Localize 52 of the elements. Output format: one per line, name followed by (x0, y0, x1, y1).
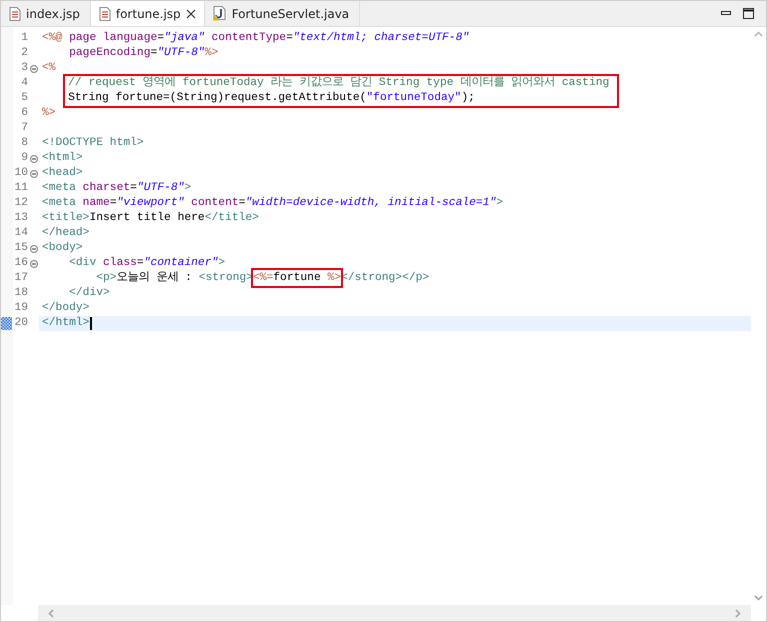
code-line: </html> (42, 316, 90, 331)
line-number: 12 (14, 196, 28, 211)
line-number: 5 (21, 91, 28, 106)
line-number: 20 (14, 316, 28, 331)
maximize-icon (743, 8, 754, 19)
code-line: <head> (42, 166, 83, 181)
code-line: <p>오늘의 운세 : <strong><%=fortune %></strong></p> (95, 271, 430, 286)
line-number: 10 (14, 166, 28, 181)
code-line: </head> (42, 226, 90, 241)
collapse-icon[interactable] (30, 65, 38, 73)
line-number: 2 (21, 46, 28, 61)
code-line: <meta charset="UTF-8"> (42, 181, 192, 196)
line-number: 15 (14, 241, 28, 256)
code-line: <body> (42, 241, 83, 256)
line-number: 17 (14, 271, 28, 286)
line-number: 13 (14, 211, 28, 226)
close-icon[interactable] (186, 8, 196, 18)
code-line: <%@ page language="java" contentType="text/html; charset=UTF-8" (42, 31, 470, 46)
code-line: <div class="container"> (68, 256, 226, 271)
editor-tab[interactable]: fortune.jsp (90, 1, 205, 26)
line-number: 3 (21, 61, 28, 76)
code-line: <html> (42, 151, 83, 166)
collapse-icon[interactable] (30, 260, 38, 268)
line-number: 6 (21, 106, 28, 121)
code-line: </body> (42, 301, 90, 316)
line-number: 1 (21, 31, 28, 46)
code-line: %> (42, 106, 56, 121)
minimize-icon (721, 11, 731, 16)
code-line: pageEncoding="UTF-8"%> (68, 46, 218, 61)
line-number: 4 (21, 76, 28, 91)
code-line: <!DOCTYPE html> (42, 136, 144, 151)
line-number: 8 (21, 136, 28, 151)
collapse-icon[interactable] (30, 245, 38, 253)
line-number: 14 (14, 226, 28, 241)
line-number: 16 (14, 256, 28, 271)
line-number: 19 (14, 301, 28, 316)
line-number: 7 (21, 121, 28, 136)
text-cursor (90, 317, 92, 330)
collapse-icon[interactable] (30, 170, 38, 178)
collapse-icon[interactable] (30, 155, 38, 163)
file-icon (98, 6, 111, 20)
code-line: <% (42, 61, 56, 76)
code-line: <title>Insert title here</title> (42, 211, 259, 226)
code-line: <meta name="viewport" content="width=device-width, initial-scale=1"> (42, 196, 504, 211)
code-line: String fortune=(String)request.getAttribute("fortuneToday"); (67, 91, 475, 106)
code-line: // request 영역에 fortuneToday 라는 키값으로 담긴 String type 데이터를 읽어와서 casting (67, 76, 610, 91)
java-file-icon (212, 6, 227, 21)
line-number: 9 (21, 151, 28, 166)
file-icon (9, 6, 21, 20)
line-number: 11 (14, 181, 28, 196)
line-number: 18 (14, 286, 28, 301)
code-line: </div> (68, 286, 110, 301)
